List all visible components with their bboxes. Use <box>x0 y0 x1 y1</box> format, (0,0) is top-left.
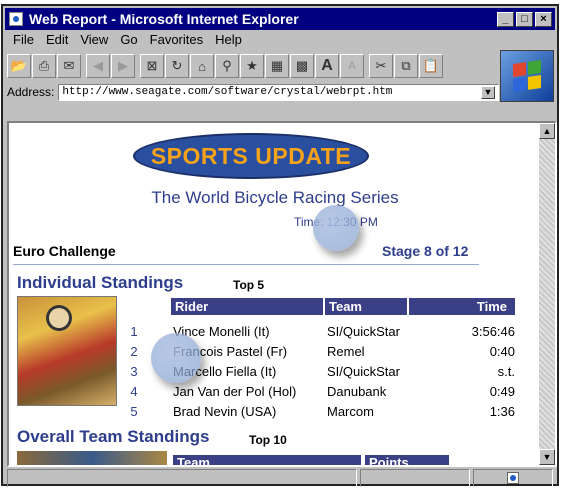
channels-icon[interactable]: ▩ <box>290 54 314 78</box>
scroll-up-icon[interactable]: ▲ <box>539 123 555 139</box>
rank: 2 <box>130 344 138 359</box>
menu-favorites[interactable]: Favorites <box>144 32 209 50</box>
scroll-down-icon[interactable]: ▼ <box>539 449 555 465</box>
rider-time: 3:56:46 <box>471 324 515 339</box>
menu-help[interactable]: Help <box>209 32 248 50</box>
rider-name: Jan Van der Pol (Hol) <box>173 384 297 399</box>
back-icon[interactable]: ◀ <box>86 54 110 78</box>
rider-time: 1:36 <box>489 404 515 419</box>
sports-update-badge: SPORTS UPDATE <box>133 133 369 179</box>
table-row: 5 Brad Nevin (USA) Marcom 1:36 <box>9 404 541 424</box>
print-icon[interactable]: ⎙ <box>32 54 56 78</box>
font-small-icon[interactable]: A <box>340 54 364 78</box>
highlight-spot <box>151 333 201 383</box>
status-progress-panel <box>360 469 470 487</box>
rider-time: 0:40 <box>489 344 515 359</box>
home-icon[interactable]: ⌂ <box>190 54 214 78</box>
team-name: Danubank <box>327 384 387 399</box>
table-row: 3 Marcello Fiella (It) SI/QuickStar s.t. <box>9 364 541 384</box>
event-name: Euro Challenge <box>13 243 116 259</box>
table-row: 1 Vince Monelli (It) SI/QuickStar 3:56:4… <box>9 324 541 344</box>
rider-name: Brad Nevin (USA) <box>173 404 277 419</box>
highlight-spot <box>313 205 359 251</box>
mail-icon[interactable]: ✉ <box>57 54 81 78</box>
menu-go[interactable]: Go <box>114 32 143 50</box>
header-team-overall: Team <box>173 455 361 465</box>
team-name: Remel <box>327 344 365 359</box>
status-zone-panel <box>473 469 553 487</box>
search-icon[interactable]: ⚲ <box>215 54 239 78</box>
rank: 5 <box>130 404 138 419</box>
paste-icon[interactable]: 📋 <box>419 54 443 78</box>
table-row: 2 Francois Pastel (Fr) Remel 0:40 <box>9 344 541 364</box>
rank: 3 <box>130 364 138 379</box>
menu-view[interactable]: View <box>74 32 114 50</box>
menu-file[interactable]: File <box>7 32 40 50</box>
report-subtitle: The World Bicycle Racing Series <box>151 188 399 207</box>
cut-icon[interactable]: ✂ <box>369 54 393 78</box>
team-name: SI/QuickStar <box>327 364 400 379</box>
stop-icon[interactable]: ⊠ <box>140 54 164 78</box>
menu-bar: File Edit View Go Favorites Help <box>7 32 248 50</box>
browser-window: Web Report - Microsoft Internet Explorer… <box>1 4 559 487</box>
address-input[interactable]: http://www.seagate.com/software/crystal/… <box>58 83 499 101</box>
individual-top-label: Top 5 <box>233 278 265 292</box>
address-dropdown-icon[interactable]: ▼ <box>481 85 495 99</box>
overall-top-label: Top 10 <box>249 433 287 447</box>
history-icon[interactable]: ▦ <box>265 54 289 78</box>
menu-edit[interactable]: Edit <box>40 32 74 50</box>
forward-icon[interactable]: ▶ <box>111 54 135 78</box>
window-title: Web Report - Microsoft Internet Explorer <box>29 11 299 27</box>
report-content: SPORTS UPDATE The World Bicycle Racing S… <box>9 123 541 465</box>
rider-time: s.t. <box>497 364 515 379</box>
favorites-icon[interactable]: ★ <box>240 54 264 78</box>
status-bar <box>7 469 555 487</box>
copy-icon[interactable]: ⧉ <box>394 54 418 78</box>
ie-icon <box>9 12 23 26</box>
maximize-button[interactable]: □ <box>516 11 533 27</box>
table-row: 4 Jan Van der Pol (Hol) Danubank 0:49 <box>9 384 541 404</box>
refresh-icon[interactable]: ↻ <box>165 54 189 78</box>
address-bar: Address: http://www.seagate.com/software… <box>7 82 499 102</box>
header-points: Points <box>365 455 449 465</box>
stage-label: Stage 8 of 12 <box>382 243 469 259</box>
team-photo <box>17 451 167 465</box>
minimize-button[interactable]: _ <box>497 11 514 27</box>
zone-icon <box>507 472 519 484</box>
individual-standings-title: Individual Standings <box>17 273 184 292</box>
title-bar: Web Report - Microsoft Internet Explorer… <box>5 8 555 30</box>
header-team: Team <box>325 298 407 315</box>
vertical-scrollbar[interactable]: ▲ ▼ <box>539 123 555 465</box>
team-name: Marcom <box>327 404 374 419</box>
toolbar: 📂 ⎙ ✉ ◀ ▶ ⊠ ↻ ⌂ ⚲ ★ ▦ ▩ A A ✂ ⧉ 📋 <box>7 52 497 80</box>
address-label: Address: <box>7 85 55 99</box>
rank: 4 <box>130 384 138 399</box>
divider <box>13 264 479 265</box>
rider-time: 0:49 <box>489 384 515 399</box>
page-viewport: SPORTS UPDATE The World Bicycle Racing S… <box>7 121 557 467</box>
team-name: SI/QuickStar <box>327 324 400 339</box>
open-icon[interactable]: 📂 <box>7 54 31 78</box>
header-rider: Rider <box>171 298 323 315</box>
rank: 1 <box>130 324 138 339</box>
close-button[interactable]: × <box>535 11 552 27</box>
font-icon[interactable]: A <box>315 54 339 78</box>
overall-standings-title: Overall Team Standings <box>17 427 210 446</box>
header-time: Time <box>409 298 515 315</box>
windows-logo-icon <box>500 50 554 102</box>
status-text-panel <box>7 469 357 487</box>
